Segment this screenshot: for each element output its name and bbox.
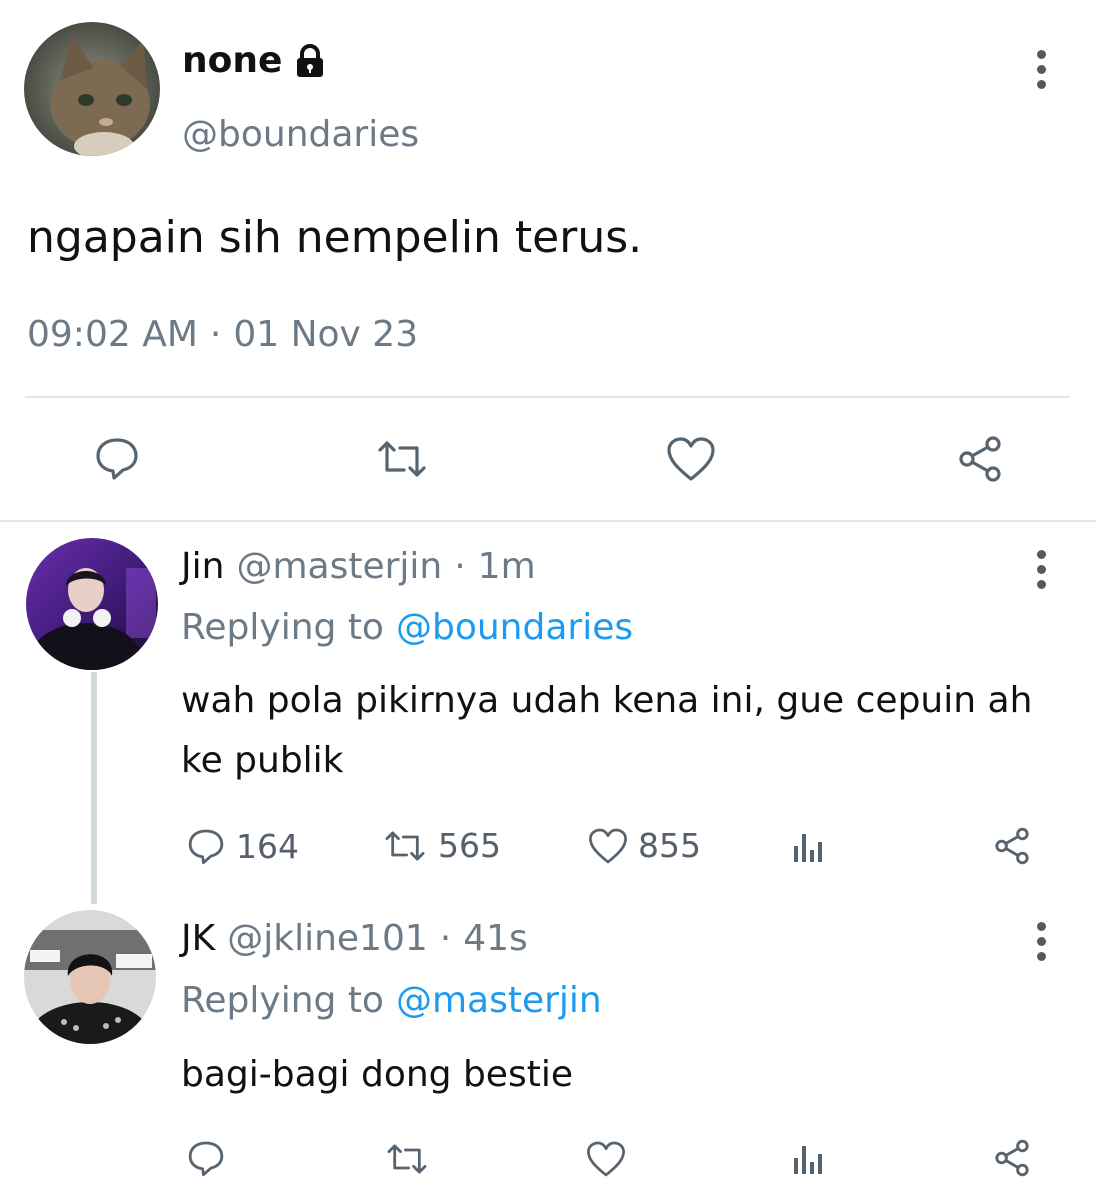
replying-prefix: Replying to	[181, 607, 384, 648]
avatar-jin[interactable]	[26, 538, 158, 670]
thread-line	[91, 672, 97, 904]
header-separator: ·	[454, 546, 466, 587]
share-icon[interactable]	[992, 826, 1032, 866]
jk-avatar-image	[24, 910, 156, 1044]
divider-top	[25, 396, 1070, 398]
retweet-count: 565	[438, 826, 501, 865]
retweet-icon[interactable]	[374, 436, 430, 482]
tweet-date: 01 Nov 23	[233, 314, 419, 355]
reply-author-name[interactable]: JK	[181, 918, 215, 959]
replying-prefix: Replying to	[181, 980, 384, 1021]
reply-stat-retweets[interactable]: 565	[382, 826, 501, 865]
reply-text-line1: wah pola pikirnya udah kena ini, gue cep…	[181, 680, 1033, 721]
cat-avatar-image	[24, 22, 160, 156]
reply-icon	[186, 826, 226, 866]
lock-icon	[292, 43, 328, 79]
reply-text-line1: bagi-bagi dong bestie	[181, 1054, 573, 1095]
timestamp-separator: ·	[209, 314, 222, 355]
like-icon	[588, 827, 628, 865]
author-handle[interactable]: @boundaries	[182, 114, 419, 155]
author-name-row: none	[182, 40, 328, 81]
reply-stat-likes[interactable]: 855	[588, 826, 701, 865]
like-icon[interactable]	[666, 436, 716, 482]
author-display-name[interactable]: none	[182, 40, 282, 81]
like-count: 855	[638, 826, 701, 865]
reply-text-line2: ke publik	[181, 740, 344, 781]
more-options-icon[interactable]	[1035, 922, 1047, 961]
reply-header-jk: JK @jkline101 · 41s	[181, 918, 528, 959]
reply-header-jin: Jin @masterjin · 1m	[181, 546, 536, 587]
reply-age: 41s	[463, 918, 528, 959]
reply-count: 164	[236, 826, 299, 866]
more-options-icon[interactable]	[1035, 550, 1047, 589]
analytics-icon[interactable]	[792, 1142, 826, 1176]
reply-stat-replies[interactable]: 164	[186, 826, 299, 866]
more-options-icon[interactable]	[1035, 50, 1047, 89]
jin-avatar-image	[26, 538, 158, 670]
retweet-icon[interactable]	[384, 1140, 430, 1178]
tweet-timestamp: 09:02 AM · 01 Nov 23	[27, 314, 418, 355]
reply-author-handle[interactable]: @jkline101	[227, 918, 428, 959]
replying-to-jk: Replying to @masterjin	[181, 980, 602, 1021]
reply-author-handle[interactable]: @masterjin	[236, 546, 442, 587]
replying-to-jin: Replying to @boundaries	[181, 607, 633, 648]
like-icon[interactable]	[586, 1140, 626, 1178]
tweet-text: ngapain sih nempelin terus.	[27, 212, 643, 263]
analytics-icon[interactable]	[792, 830, 826, 864]
retweet-icon	[382, 827, 428, 865]
reply-age: 1m	[477, 546, 536, 587]
avatar-main[interactable]	[24, 22, 160, 156]
tweet-time: 09:02 AM	[27, 314, 198, 355]
share-icon[interactable]	[955, 434, 1005, 484]
reply-author-name[interactable]: Jin	[181, 546, 224, 587]
avatar-jk[interactable]	[24, 910, 156, 1044]
reply-icon[interactable]	[186, 1138, 226, 1178]
divider-section	[0, 520, 1096, 522]
header-separator: ·	[439, 918, 452, 959]
replying-handle-link[interactable]: @masterjin	[396, 980, 602, 1021]
share-icon[interactable]	[992, 1138, 1032, 1178]
replying-handle-link[interactable]: @boundaries	[396, 607, 633, 648]
reply-icon[interactable]	[93, 434, 141, 482]
